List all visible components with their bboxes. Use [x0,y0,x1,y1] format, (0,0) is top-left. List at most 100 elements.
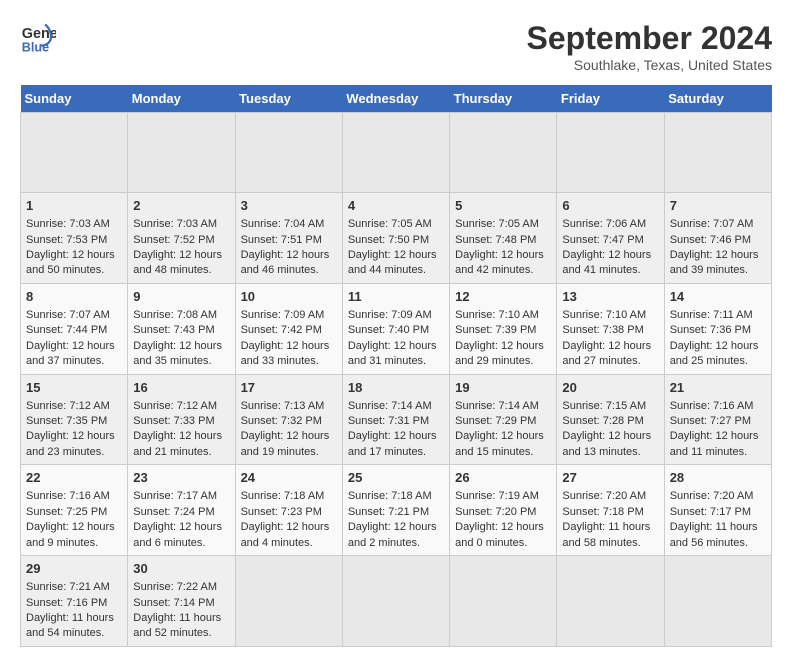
calendar-row: 15Sunrise: 7:12 AMSunset: 7:35 PMDayligh… [21,374,772,465]
cell-info: Sunset: 7:21 PM [348,505,444,520]
calendar-cell: 13Sunrise: 7:10 AMSunset: 7:38 PMDayligh… [557,283,664,374]
cell-info: Sunrise: 7:04 AM [241,217,337,232]
cell-info: Sunrise: 7:17 AM [133,489,229,504]
calendar-cell: 12Sunrise: 7:10 AMSunset: 7:39 PMDayligh… [450,283,557,374]
day-number: 3 [241,197,337,215]
day-number: 5 [455,197,551,215]
logo-icon: General Blue [20,20,56,56]
cell-info: Sunrise: 7:18 AM [348,489,444,504]
cell-info: and 2 minutes. [348,536,444,551]
day-number: 1 [26,197,122,215]
day-number: 6 [562,197,658,215]
calendar-cell [664,556,771,647]
cell-info: Sunset: 7:35 PM [26,414,122,429]
calendar-cell [342,113,449,193]
cell-info: Sunset: 7:51 PM [241,233,337,248]
day-number: 13 [562,288,658,306]
cell-info: and 4 minutes. [241,536,337,551]
cell-info: Sunrise: 7:22 AM [133,580,229,595]
calendar-cell: 10Sunrise: 7:09 AMSunset: 7:42 PMDayligh… [235,283,342,374]
cell-info: and 9 minutes. [26,536,122,551]
cell-info: and 42 minutes. [455,263,551,278]
cell-info: Sunrise: 7:03 AM [133,217,229,232]
calendar-cell [342,556,449,647]
calendar-cell: 15Sunrise: 7:12 AMSunset: 7:35 PMDayligh… [21,374,128,465]
location: Southlake, Texas, United States [527,57,772,73]
cell-info: and 56 minutes. [670,536,766,551]
day-number: 24 [241,469,337,487]
day-number: 7 [670,197,766,215]
day-number: 17 [241,379,337,397]
cell-info: Sunrise: 7:20 AM [562,489,658,504]
col-monday: Monday [128,85,235,113]
cell-info: Sunrise: 7:10 AM [455,308,551,323]
col-tuesday: Tuesday [235,85,342,113]
calendar-cell [557,113,664,193]
cell-info: Sunset: 7:47 PM [562,233,658,248]
cell-info: and 39 minutes. [670,263,766,278]
col-wednesday: Wednesday [342,85,449,113]
calendar-cell: 25Sunrise: 7:18 AMSunset: 7:21 PMDayligh… [342,465,449,556]
cell-info: Sunrise: 7:07 AM [670,217,766,232]
cell-info: Sunset: 7:40 PM [348,323,444,338]
cell-info: Sunset: 7:42 PM [241,323,337,338]
cell-info: and 58 minutes. [562,536,658,551]
cell-info: Sunset: 7:31 PM [348,414,444,429]
cell-info: Daylight: 12 hours [455,248,551,263]
cell-info: and 21 minutes. [133,445,229,460]
day-number: 25 [348,469,444,487]
cell-info: Sunset: 7:20 PM [455,505,551,520]
day-number: 20 [562,379,658,397]
cell-info: Daylight: 12 hours [562,248,658,263]
calendar-table: Sunday Monday Tuesday Wednesday Thursday… [20,85,772,647]
day-number: 28 [670,469,766,487]
cell-info: and 48 minutes. [133,263,229,278]
cell-info: Daylight: 11 hours [562,520,658,535]
cell-info: Sunrise: 7:03 AM [26,217,122,232]
logo: General Blue [20,20,56,56]
cell-info: Sunset: 7:25 PM [26,505,122,520]
calendar-cell: 8Sunrise: 7:07 AMSunset: 7:44 PMDaylight… [21,283,128,374]
cell-info: Daylight: 12 hours [241,520,337,535]
cell-info: Sunset: 7:44 PM [26,323,122,338]
cell-info: Sunrise: 7:05 AM [455,217,551,232]
cell-info: Daylight: 12 hours [348,429,444,444]
cell-info: Daylight: 12 hours [133,520,229,535]
cell-info: and 54 minutes. [26,626,122,641]
calendar-cell [664,113,771,193]
cell-info: and 31 minutes. [348,354,444,369]
cell-info: Daylight: 12 hours [455,339,551,354]
cell-info: and 6 minutes. [133,536,229,551]
cell-info: Sunrise: 7:16 AM [26,489,122,504]
cell-info: and 37 minutes. [26,354,122,369]
cell-info: Sunrise: 7:19 AM [455,489,551,504]
cell-info: Daylight: 12 hours [562,339,658,354]
day-number: 29 [26,560,122,578]
day-number: 30 [133,560,229,578]
cell-info: Sunrise: 7:12 AM [26,399,122,414]
cell-info: Daylight: 12 hours [670,429,766,444]
cell-info: Daylight: 11 hours [670,520,766,535]
cell-info: Sunset: 7:23 PM [241,505,337,520]
calendar-cell [235,556,342,647]
cell-info: and 50 minutes. [26,263,122,278]
day-number: 16 [133,379,229,397]
calendar-cell [128,113,235,193]
calendar-cell [450,556,557,647]
col-saturday: Saturday [664,85,771,113]
cell-info: Sunset: 7:38 PM [562,323,658,338]
cell-info: Sunset: 7:36 PM [670,323,766,338]
cell-info: Daylight: 12 hours [455,429,551,444]
cell-info: and 19 minutes. [241,445,337,460]
calendar-row: 29Sunrise: 7:21 AMSunset: 7:16 PMDayligh… [21,556,772,647]
day-number: 9 [133,288,229,306]
cell-info: Sunrise: 7:20 AM [670,489,766,504]
day-number: 22 [26,469,122,487]
cell-info: Sunset: 7:33 PM [133,414,229,429]
cell-info: Daylight: 12 hours [348,339,444,354]
day-number: 18 [348,379,444,397]
cell-info: Daylight: 11 hours [133,611,229,626]
calendar-cell: 20Sunrise: 7:15 AMSunset: 7:28 PMDayligh… [557,374,664,465]
cell-info: Daylight: 12 hours [241,248,337,263]
cell-info: and 33 minutes. [241,354,337,369]
